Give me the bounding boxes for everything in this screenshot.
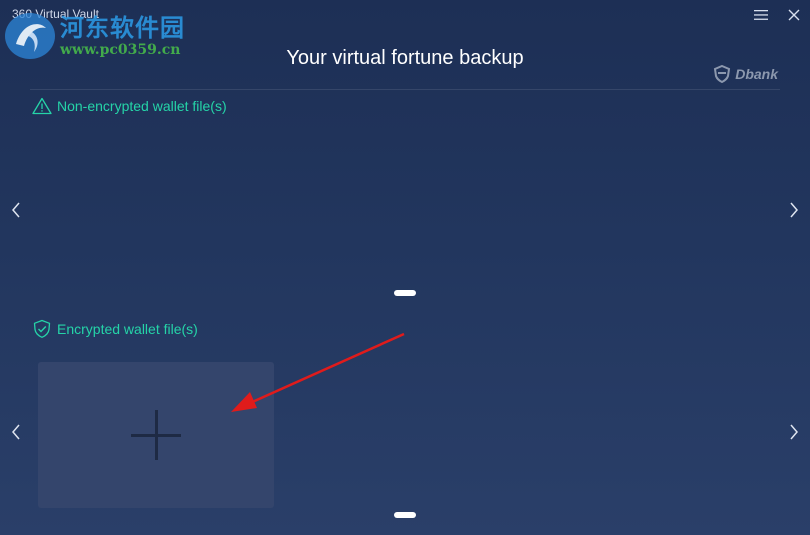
warning-triangle-icon [32,97,52,115]
hamburger-menu-icon [754,10,768,20]
encrypted-prev-button[interactable] [6,418,26,446]
add-wallet-card[interactable] [38,362,274,508]
dbank-shield-icon [714,65,731,83]
app-title: 360 Virtual Vault [12,7,99,21]
chevron-left-icon [12,202,20,218]
chevron-right-icon [790,202,798,218]
non-encrypted-prev-button[interactable] [6,196,26,224]
chevron-left-icon [12,424,20,440]
non-encrypted-page-indicator[interactable] [394,290,416,296]
menu-button[interactable] [750,4,772,26]
encrypted-section-title: Encrypted wallet file(s) [57,321,198,337]
non-encrypted-section-label: Non-encrypted wallet file(s) [32,97,227,115]
non-encrypted-section-title: Non-encrypted wallet file(s) [57,98,227,114]
encrypted-section-label: Encrypted wallet file(s) [32,319,198,339]
dbank-brand: Dbank [713,65,778,83]
close-icon [788,9,800,21]
dbank-label: Dbank [735,66,778,82]
chevron-right-icon [790,424,798,440]
close-button[interactable] [783,4,805,26]
non-encrypted-next-button[interactable] [784,196,804,224]
encrypted-page-indicator[interactable] [394,512,416,518]
shield-check-icon [33,319,51,338]
encrypted-next-button[interactable] [784,418,804,446]
page-title: Your virtual fortune backup [286,47,524,69]
header-divider [30,89,780,90]
